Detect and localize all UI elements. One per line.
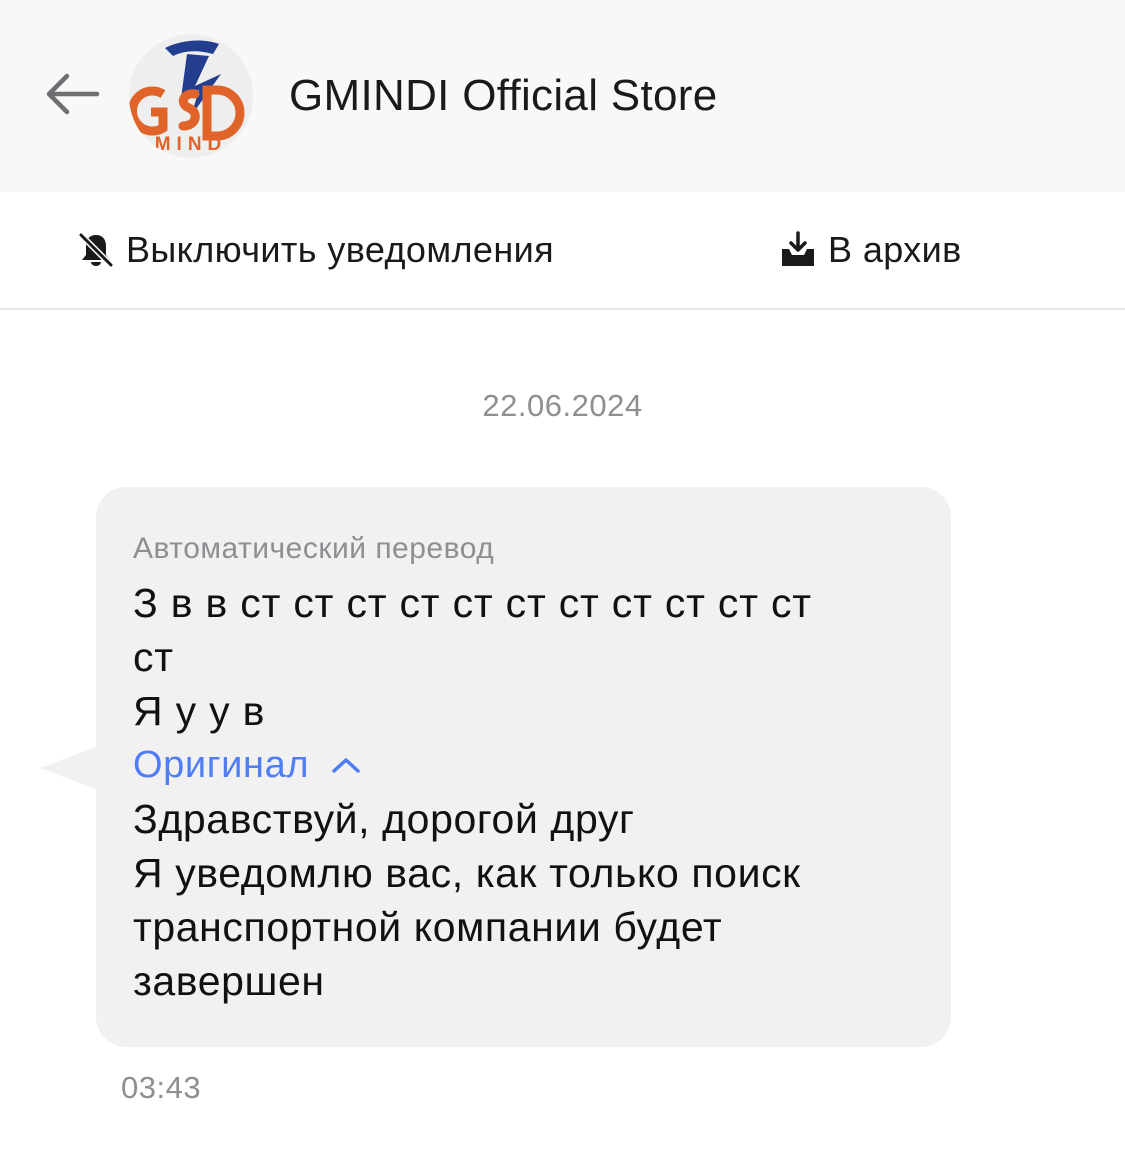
logo-subtext: MIND <box>155 134 228 155</box>
archive-download-icon <box>778 230 818 270</box>
bubble-tail <box>40 744 104 792</box>
bell-off-icon <box>76 230 116 270</box>
translated-message-text: З в в ст ст ст ст ст ст ст ст ст ст ст с… <box>133 580 812 734</box>
mute-notifications-button[interactable]: Выключить уведомления <box>76 220 554 280</box>
store-avatar[interactable]: MIND <box>129 34 253 158</box>
message-timestamp: 03:43 <box>121 1070 202 1105</box>
original-message-text: Здравствуй, дорогой друг Я уведомлю вас,… <box>133 796 801 1004</box>
arrow-left-icon <box>46 73 100 115</box>
archive-button[interactable]: В архив <box>778 220 962 280</box>
original-toggle-label: Оригинал <box>133 743 310 786</box>
chat-actions-bar: Выключить уведомления В архив <box>0 192 1125 310</box>
message-bubble[interactable]: Автоматический перевод З в в ст ст ст ст… <box>96 487 951 1047</box>
archive-label: В архив <box>828 229 962 270</box>
chat-screen: MIND GMINDI Official Store Выключить уве… <box>0 0 1125 1151</box>
mute-notifications-label: Выключить уведомления <box>126 229 555 270</box>
original-toggle[interactable]: Оригинал <box>133 738 915 792</box>
store-title[interactable]: GMINDI Official Store <box>289 68 717 124</box>
chevron-up-icon <box>331 755 361 775</box>
back-button[interactable] <box>36 62 108 126</box>
date-separator: 22.06.2024 <box>482 388 643 423</box>
auto-translation-label: Автоматический перевод <box>133 532 495 565</box>
chat-header: MIND GMINDI Official Store <box>0 0 1125 192</box>
store-logo: MIND <box>129 40 245 155</box>
